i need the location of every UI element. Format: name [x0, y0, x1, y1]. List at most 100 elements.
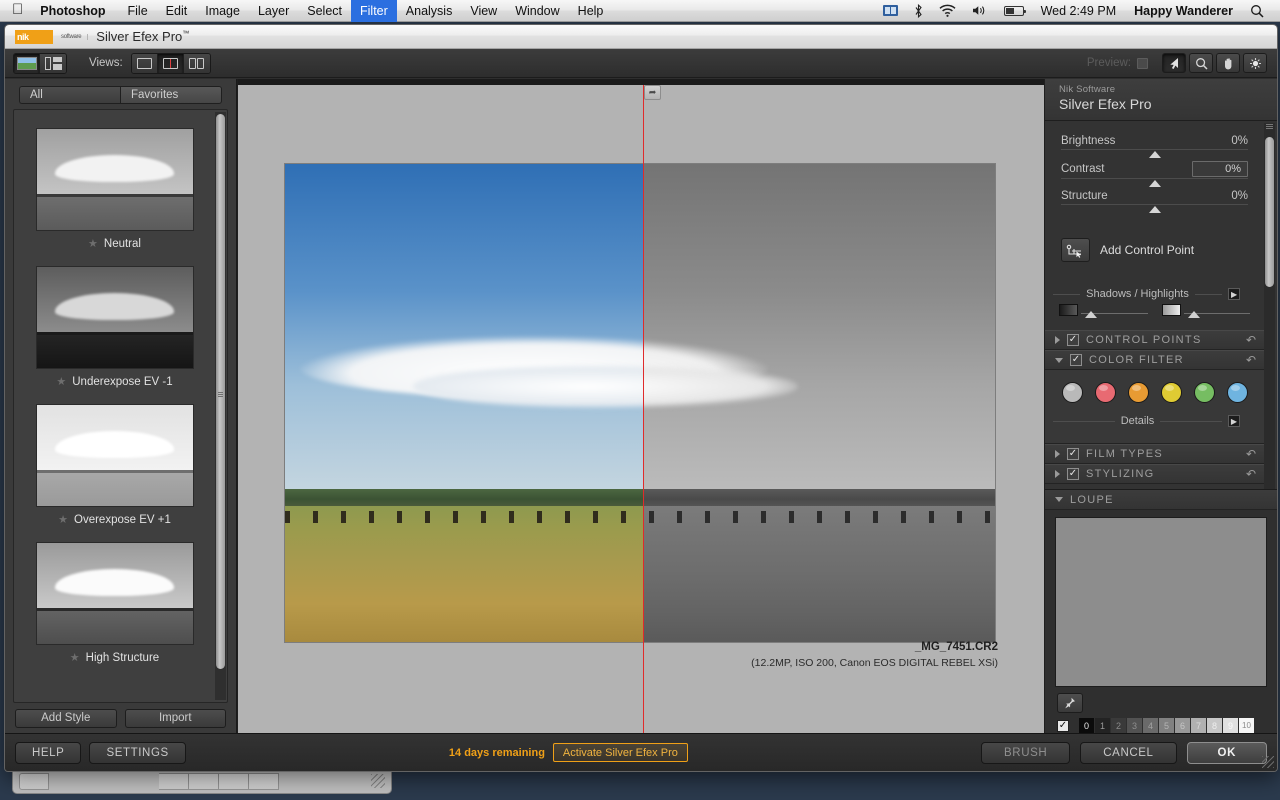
section-color-filter[interactable]: ✓ COLOR FILTER ↶: [1045, 350, 1264, 370]
slider-contrast[interactable]: Contrast 0%: [1045, 161, 1264, 190]
menu-item-view[interactable]: View: [461, 0, 506, 22]
reset-arrow-icon[interactable]: ↶: [1246, 447, 1256, 461]
brush-tool-icon[interactable]: [1243, 53, 1267, 73]
menu-item-photoshop[interactable]: Photoshop: [36, 0, 118, 22]
star-icon[interactable]: ★: [88, 237, 98, 250]
display-icon[interactable]: [875, 5, 906, 16]
slider-track[interactable]: [1061, 179, 1248, 190]
menu-item-select[interactable]: Select: [298, 0, 351, 22]
menu-item-filter[interactable]: Filter: [351, 0, 397, 22]
ps-tool-button[interactable]: [159, 772, 189, 790]
yellow-filter[interactable]: [1160, 382, 1182, 403]
section-checkbox[interactable]: ✓: [1067, 448, 1079, 460]
single-view-icon[interactable]: [131, 53, 158, 73]
split-handle-icon[interactable]: ➦: [644, 85, 661, 100]
section-checkbox[interactable]: ✓: [1067, 334, 1079, 346]
zoom-tool-icon[interactable]: [1189, 53, 1213, 73]
loupe-header[interactable]: LOUPE: [1045, 490, 1277, 510]
preset-item-overexpose[interactable]: ★ Overexpose EV +1: [14, 404, 215, 526]
expand-arrow-icon[interactable]: ▶: [1228, 288, 1241, 300]
reset-arrow-icon[interactable]: ↶: [1246, 353, 1256, 367]
zone-button-10[interactable]: 10: [1239, 718, 1254, 733]
spotlight-search-icon[interactable]: [1242, 4, 1272, 18]
view-mode-group[interactable]: [130, 52, 211, 74]
preset-item-neutral[interactable]: ★ Neutral: [14, 128, 215, 250]
browser-view-toggle-group[interactable]: [13, 52, 67, 74]
blue-filter[interactable]: [1226, 382, 1248, 403]
add-control-point-row[interactable]: Add Control Point: [1045, 216, 1264, 262]
ps-tool-button[interactable]: [249, 772, 279, 790]
red-filter[interactable]: [1094, 382, 1116, 403]
zone-button-2[interactable]: 2: [1111, 718, 1126, 733]
wifi-icon[interactable]: [931, 4, 964, 17]
preset-item-underexpose[interactable]: ★ Underexpose EV -1: [14, 266, 215, 388]
highlights-slider[interactable]: [1161, 304, 1250, 320]
ps-tool-button[interactable]: [189, 772, 219, 790]
neutral-filter[interactable]: [1061, 382, 1083, 403]
loupe-preview[interactable]: [1055, 517, 1267, 687]
slider-knob[interactable]: [1187, 311, 1200, 318]
slider-track[interactable]: [1061, 150, 1248, 161]
tab-all[interactable]: All: [19, 85, 120, 104]
add-control-point-icon[interactable]: [1061, 238, 1090, 262]
apple-icon[interactable]: : [0, 2, 36, 17]
battery-icon[interactable]: [996, 5, 1032, 16]
ps-tool-button[interactable]: [219, 772, 249, 790]
menu-item-image[interactable]: Image: [196, 0, 249, 22]
chevron-right-icon[interactable]: [1055, 450, 1060, 458]
zone-button-5[interactable]: 5: [1159, 718, 1174, 733]
menu-item-window[interactable]: Window: [506, 0, 568, 22]
slider-structure[interactable]: Structure 0%: [1045, 190, 1264, 216]
chevron-right-icon[interactable]: [1055, 470, 1060, 478]
brush-button[interactable]: BRUSH: [981, 741, 1071, 764]
presets-scrollbar-thumb[interactable]: [216, 114, 225, 669]
cancel-button[interactable]: CANCEL: [1080, 741, 1177, 764]
menu-item-analysis[interactable]: Analysis: [397, 0, 462, 22]
chevron-right-icon[interactable]: [1055, 336, 1060, 344]
section-film-types[interactable]: ✓ FILM TYPES ↶: [1045, 444, 1264, 464]
side-by-side-view-icon[interactable]: [183, 53, 210, 73]
zone-button-0[interactable]: 0: [1079, 718, 1094, 733]
adjustments-scrollbar-thumb[interactable]: [1265, 137, 1274, 287]
slider-knob[interactable]: [1148, 180, 1161, 187]
menu-item-layer[interactable]: Layer: [249, 0, 298, 22]
volume-icon[interactable]: [964, 4, 996, 17]
ok-button[interactable]: OK: [1186, 741, 1267, 764]
reset-arrow-icon[interactable]: ↶: [1246, 467, 1256, 481]
resize-grip-icon[interactable]: [371, 774, 385, 788]
zone-button-4[interactable]: 4: [1143, 718, 1158, 733]
menu-item-help[interactable]: Help: [569, 0, 613, 22]
menu-bar-username[interactable]: Happy Wanderer: [1125, 4, 1242, 18]
zone-system-checkbox[interactable]: ✓: [1057, 719, 1069, 732]
zone-button-8[interactable]: 8: [1207, 718, 1222, 733]
tab-favorites[interactable]: Favorites: [120, 85, 222, 104]
zone-button-3[interactable]: 3: [1127, 718, 1142, 733]
section-checkbox[interactable]: ✓: [1070, 354, 1082, 366]
expand-arrow-icon[interactable]: ▶: [1228, 415, 1240, 427]
chevron-down-icon[interactable]: [1055, 357, 1063, 363]
slider-knob[interactable]: [1148, 206, 1161, 213]
orange-filter[interactable]: [1127, 382, 1149, 403]
preview-toggle-icon[interactable]: [1137, 57, 1148, 69]
section-checkbox[interactable]: ✓: [1067, 468, 1079, 480]
menu-item-file[interactable]: File: [119, 0, 157, 22]
presets-scrollbar[interactable]: [215, 112, 226, 700]
star-icon[interactable]: ★: [56, 375, 66, 388]
slider-track[interactable]: [1061, 205, 1248, 216]
green-filter[interactable]: [1193, 382, 1215, 403]
pin-icon[interactable]: [1057, 693, 1083, 713]
preview-group[interactable]: Preview:: [1087, 57, 1154, 69]
zone-button-7[interactable]: 7: [1191, 718, 1206, 733]
add-style-button[interactable]: Add Style: [15, 708, 117, 728]
plugin-title-bar[interactable]: nik software Silver Efex Pro™: [5, 25, 1277, 49]
section-stylizing[interactable]: ✓ STYLIZING ↶: [1045, 464, 1264, 484]
activate-button[interactable]: Activate Silver Efex Pro: [552, 743, 688, 762]
image-canvas[interactable]: ➦ _MG_7451.CR2 (12.2MP, ISO 200, Canon E…: [237, 79, 1045, 733]
shadows-slider[interactable]: [1059, 304, 1148, 320]
slider-brightness[interactable]: Brightness 0%: [1045, 135, 1264, 161]
hand-tool-icon[interactable]: [1216, 53, 1240, 73]
menu-bar-clock[interactable]: Wed 2:49 PM: [1032, 4, 1126, 18]
zone-button-1[interactable]: 1: [1095, 718, 1110, 733]
pointer-tool-icon[interactable]: [1162, 53, 1186, 73]
bluetooth-icon[interactable]: [906, 3, 931, 18]
